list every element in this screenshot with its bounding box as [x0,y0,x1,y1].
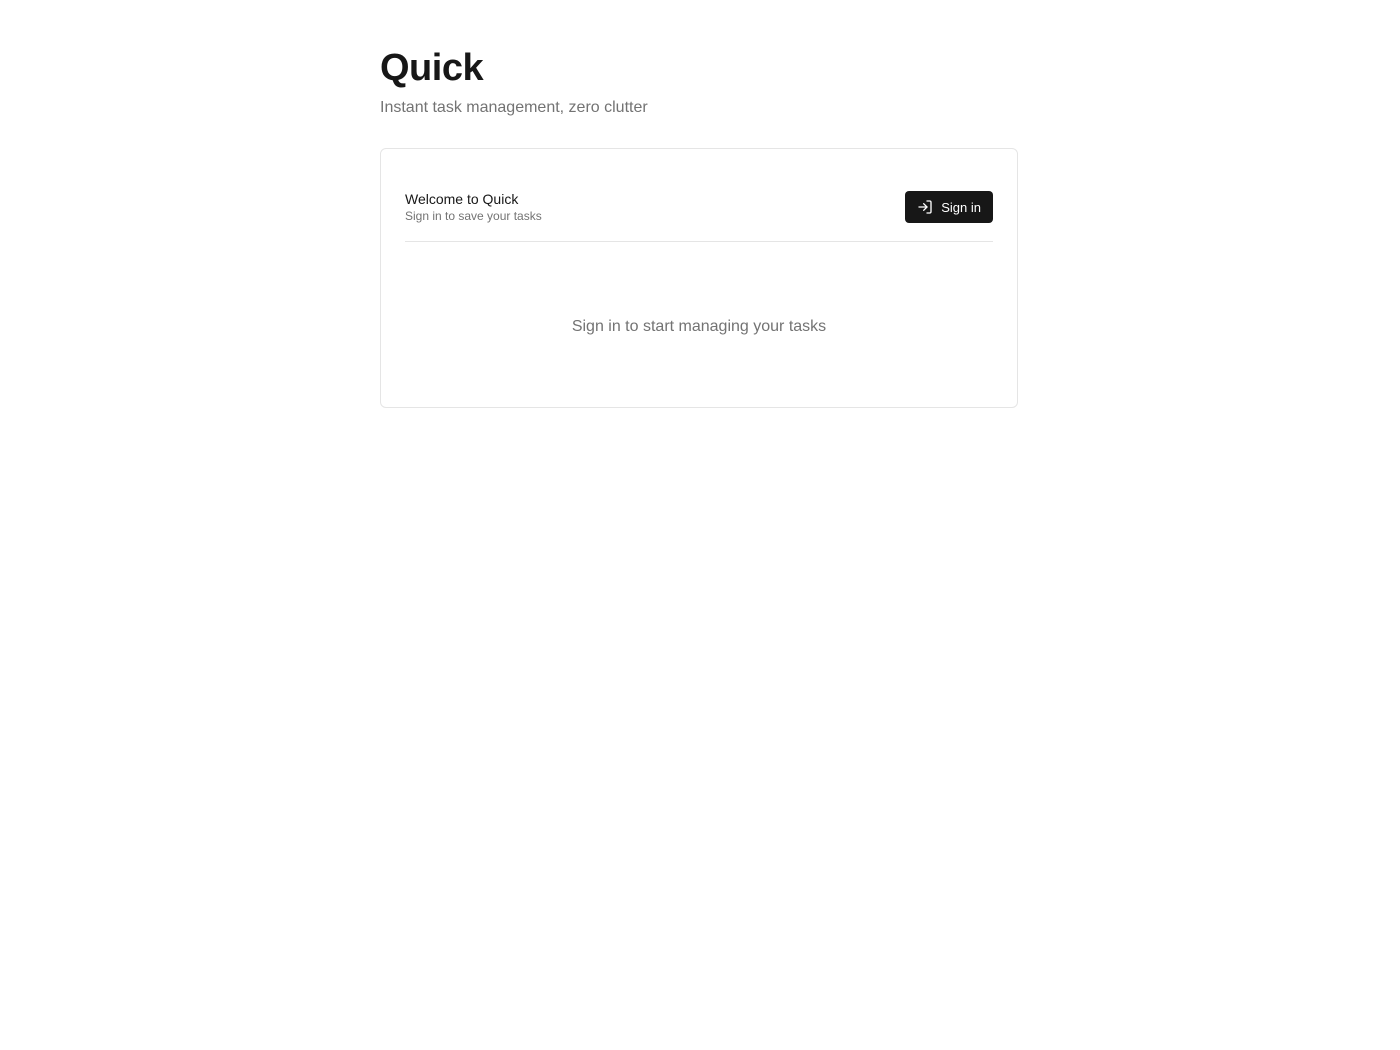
welcome-card: Welcome to Quick Sign in to save your ta… [380,148,1018,408]
app-title: Quick [380,47,484,89]
page-container: Quick Instant task management, zero clut… [380,0,1020,408]
empty-state-message: Sign in to start managing your tasks [571,318,827,335]
sign-in-button[interactable]: Sign in [905,191,993,223]
sign-in-button-label: Sign in [941,199,981,215]
welcome-subtitle: Sign in to save your tasks [405,209,542,223]
app-subtitle: Instant task management, zero clutter [380,99,648,116]
card-header-text: Welcome to Quick Sign in to save your ta… [405,190,542,224]
log-in-icon [917,199,933,215]
welcome-title: Welcome to Quick [405,191,519,207]
card-header: Welcome to Quick Sign in to save your ta… [405,149,993,242]
